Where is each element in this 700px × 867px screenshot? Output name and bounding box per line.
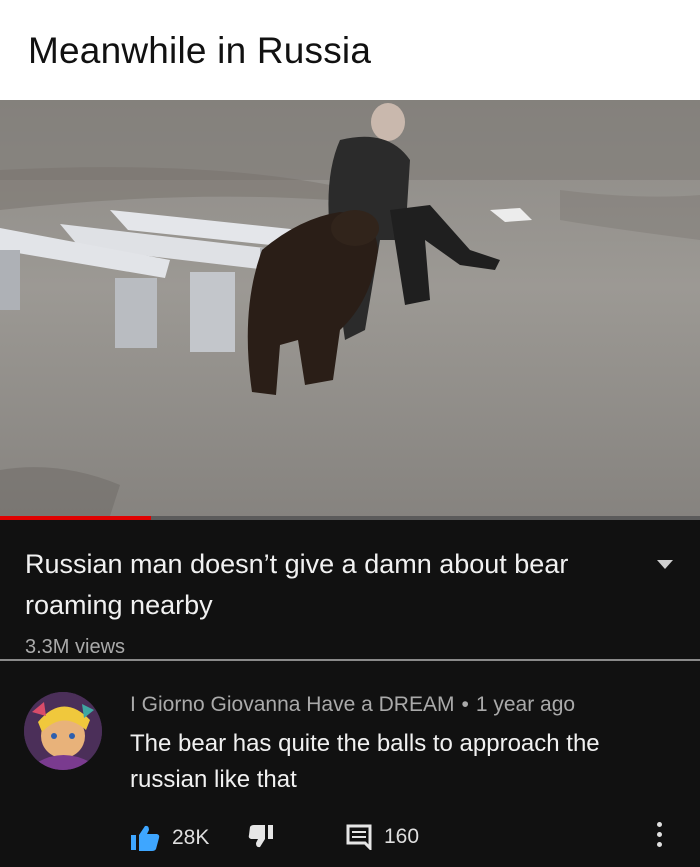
reply-count: 160	[384, 825, 420, 848]
comment-icon	[346, 824, 372, 850]
comment-text: The bear has quite the balls to approach…	[130, 730, 600, 793]
post-caption: Meanwhile in Russia	[28, 30, 372, 71]
dislike-button[interactable]	[248, 824, 274, 848]
thumbs-up-icon	[131, 825, 160, 851]
comment-author[interactable]: I Giorno Giovanna Have a DREAM	[130, 693, 454, 716]
reply-button[interactable]: 160	[346, 824, 419, 850]
section-divider	[0, 659, 700, 661]
like-count: 28K	[172, 826, 210, 849]
like-button[interactable]: 28K	[130, 824, 209, 852]
avatar[interactable]	[24, 692, 102, 770]
video-title: Russian man doesn’t give a damn about be…	[25, 549, 569, 620]
thumbs-down-icon	[248, 825, 273, 848]
more-vertical-icon[interactable]	[655, 822, 663, 858]
comment-meta: I Giorno Giovanna Have a DREAM • 1 year ag…	[130, 693, 575, 717]
comment-time: 1 year ago	[475, 693, 576, 716]
meta-separator: •	[461, 693, 469, 716]
chevron-down-icon[interactable]	[657, 560, 673, 569]
video-thumbnail	[0, 100, 700, 516]
video-views: 3.3M views	[25, 636, 126, 658]
avatar-image	[24, 692, 102, 770]
video-player[interactable]	[0, 100, 700, 516]
